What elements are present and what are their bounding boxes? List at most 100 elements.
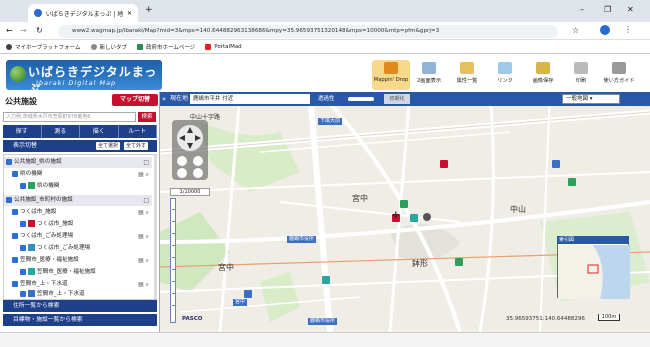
layer-tree: 公共施設_県の施設 □ 県の機関 ▤ ⌕ 県の機関 公共施設_市町村の施設 □ つくば… [3, 154, 157, 300]
basemap-select[interactable]: 一般地図 ▾ [562, 94, 620, 104]
tree-item[interactable]: 笠間市_医療・福祉施設 ▤ ⌕ [4, 255, 152, 266]
panel-nav: 探す 測る 描く ルート [3, 125, 157, 138]
facility-marker-icon[interactable] [400, 200, 408, 208]
tree-group[interactable]: 公共施設_県の施設 □ [4, 157, 152, 168]
forward-icon[interactable]: → [20, 26, 27, 35]
bookmark-item[interactable]: マイホープラットフォーム [6, 43, 81, 51]
map-label: 宮中 [218, 263, 234, 272]
checkbox[interactable] [20, 220, 26, 227]
tree-scrollbar[interactable] [154, 155, 157, 299]
collapse-icon[interactable]: □ [143, 195, 149, 206]
find-tab[interactable]: 探す [3, 125, 42, 138]
landmark-list-search-button[interactable]: 目標物・施設一覧から検索 [3, 314, 157, 326]
print-button[interactable]: 印刷 [562, 60, 600, 90]
status-bar [0, 332, 650, 347]
attribute-list-button[interactable]: 属性一覧 [448, 60, 486, 90]
checkbox[interactable] [6, 196, 12, 203]
map-pan-control[interactable] [172, 120, 208, 180]
map-credit: PASCO [182, 316, 203, 322]
tree-item[interactable]: つくば市_ごみ処理場 [4, 243, 152, 254]
clear-all-button[interactable]: 全て外す [124, 142, 149, 150]
split-view-button[interactable]: 2画面表示 [410, 60, 448, 90]
checkbox[interactable] [12, 232, 18, 239]
map-switch-button[interactable]: マップ切替 [112, 94, 158, 106]
maximize-button[interactable]: ❐ [604, 5, 611, 14]
tree-item[interactable]: 笠間市_医療・福祉施設 [4, 267, 152, 278]
doc-icon[interactable]: ▤ ⌕ [138, 169, 149, 180]
bookmark-item[interactable]: 政府市ホームページ [137, 43, 195, 51]
guide-button[interactable]: 使い方ガイド [600, 60, 638, 90]
back-icon[interactable]: ← [6, 26, 13, 35]
overview-map[interactable] [557, 236, 630, 299]
tree-item[interactable]: 県の機関 ▤ ⌕ [4, 169, 152, 180]
tree-item[interactable]: つくば市_施設 [4, 219, 152, 230]
opacity-slider[interactable] [348, 97, 374, 101]
bookmark-item[interactable]: 新しいタブ [90, 43, 127, 51]
checkbox[interactable] [20, 290, 26, 297]
checkbox[interactable] [12, 170, 18, 177]
close-tab-icon[interactable]: ✕ [127, 10, 132, 17]
new-tab-button[interactable]: + [145, 5, 153, 15]
browser-tab[interactable]: いばらきデジタルまっぷ | 地図表示 ✕ [28, 4, 138, 22]
tree-group[interactable]: 公共施設_市町村の施設 □ [4, 195, 152, 206]
facility-marker-icon[interactable] [440, 160, 448, 168]
checkbox[interactable] [20, 244, 26, 251]
checkbox[interactable] [20, 268, 26, 275]
profile-avatar[interactable] [600, 25, 610, 35]
facility-marker-icon[interactable] [568, 178, 576, 186]
attribute-list-icon [460, 62, 474, 74]
reset-button[interactable]: 初期化 [384, 94, 410, 104]
select-all-button[interactable]: 全て選択 [96, 142, 121, 150]
facility-marker-icon[interactable] [322, 276, 330, 284]
zoom-slider[interactable] [170, 198, 176, 323]
draw-tab[interactable]: 描く [80, 125, 119, 138]
guide-icon [612, 62, 626, 74]
address-list-search-button[interactable]: 住所一覧から検索 [3, 300, 157, 312]
tree-item[interactable]: 笠間市_上・下水道 [4, 289, 152, 300]
checkbox[interactable] [20, 182, 26, 189]
url-field[interactable]: www2.wagmap.jp/ibaraki/Map?mid=3&mpx=140… [58, 25, 558, 38]
reload-icon[interactable]: ↻ [36, 26, 43, 35]
bookmark-item[interactable]: PortalMad [205, 43, 242, 50]
app-logo[interactable]: いばらきデジタルまっぷ Ibaraki Digital Map [6, 60, 162, 96]
crosshair-icon: ✛ [392, 211, 400, 221]
mappin-drop-button[interactable]: Mappin' Drop [372, 60, 410, 90]
address-search-input[interactable]: 入力例:茨城県水戸市笠原町978番地6 [3, 112, 136, 122]
close-window-button[interactable]: ✕ [627, 5, 634, 14]
checkbox[interactable] [12, 280, 18, 287]
facility-marker-icon[interactable] [244, 290, 252, 298]
mappin-drop-icon [384, 62, 398, 74]
link-button[interactable]: リンク [486, 60, 524, 90]
doc-icon[interactable]: ▤ ⌕ [138, 255, 149, 266]
chevron-down-icon: ▾ [589, 96, 593, 102]
site-favicon-icon [34, 9, 42, 17]
facility-marker-icon[interactable] [455, 258, 463, 266]
collapse-icon[interactable]: □ [143, 157, 149, 168]
pan-compass-icon [177, 125, 203, 178]
tree-item[interactable]: つくば市_ごみ処理場 ▤ ⌕ [4, 231, 152, 242]
browser-tab-bar: いばらきデジタルまっぷ | 地図表示 ✕ + – ❐ ✕ [0, 0, 650, 22]
save-image-button[interactable]: 画像保存 [524, 60, 562, 90]
facility-marker-icon[interactable] [552, 160, 560, 168]
star-icon[interactable]: ☆ [572, 26, 579, 35]
facility-marker-icon[interactable] [410, 214, 418, 222]
route-tab[interactable]: ルート [119, 125, 157, 138]
measure-tab[interactable]: 測る [42, 125, 80, 138]
minimize-button[interactable]: – [580, 5, 584, 14]
tree-item[interactable]: 県の機関 [4, 181, 152, 192]
search-button[interactable]: 検索 [138, 112, 156, 122]
tree-item[interactable]: つくば市_施設 ▤ ⌕ [4, 207, 152, 218]
collapse-panel-icon[interactable]: « [160, 92, 168, 106]
menu-icon[interactable]: ⋮ [624, 25, 632, 34]
doc-icon[interactable]: ▤ ⌕ [138, 231, 149, 242]
checkbox[interactable] [6, 158, 12, 165]
doc-icon[interactable]: ▤ ⌕ [138, 207, 149, 218]
location-field: 鹿嶋市平井 付近 [190, 94, 310, 104]
map-label: 鉢形 [412, 259, 428, 268]
globe-icon [6, 43, 12, 50]
map-label: 中山 [510, 205, 526, 214]
checkbox[interactable] [12, 256, 18, 263]
address-bar: ← → ↻ www2.wagmap.jp/ibaraki/Map?mid=3&m… [0, 22, 650, 40]
globe-logo-icon [10, 66, 26, 82]
checkbox[interactable] [12, 208, 18, 215]
